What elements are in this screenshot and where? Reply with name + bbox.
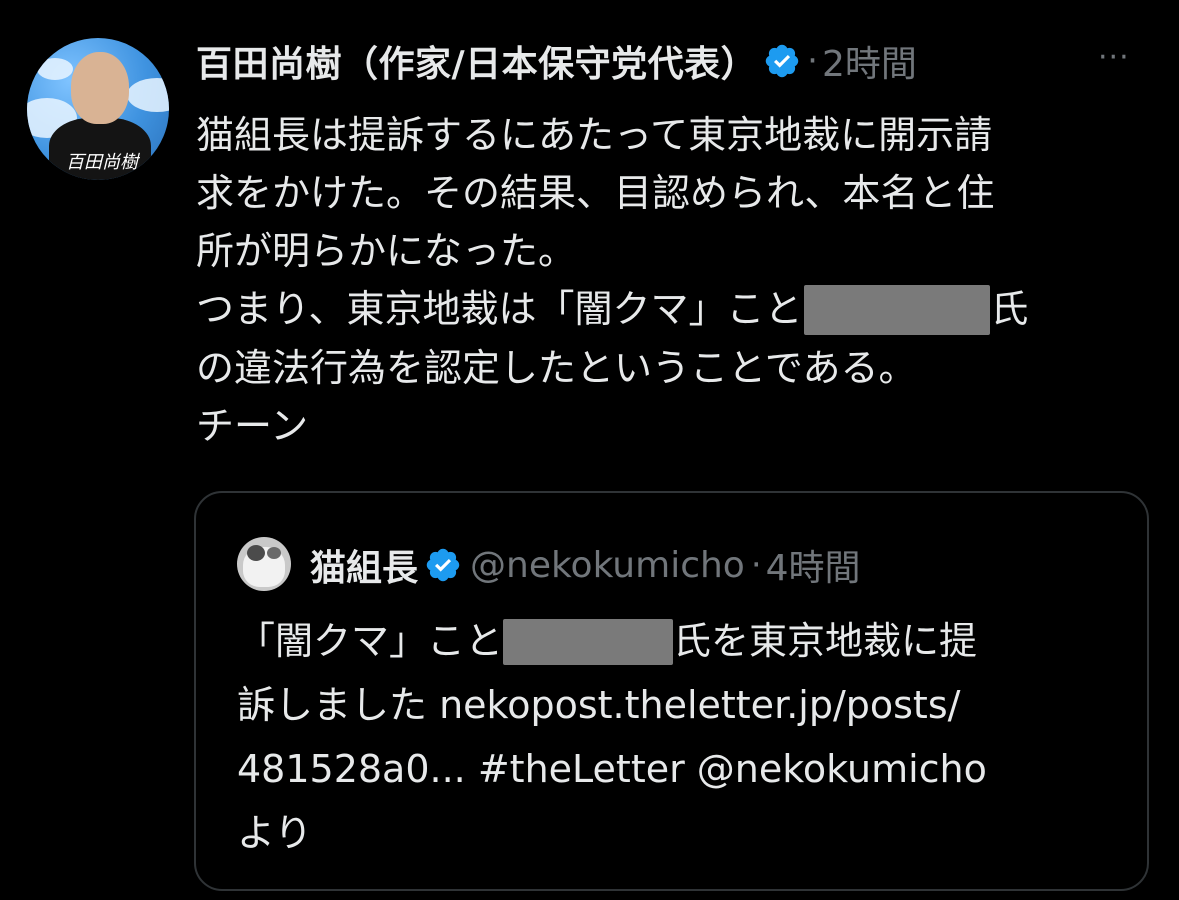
redacted-name [503, 618, 674, 665]
meta-separator: · [807, 41, 818, 81]
more-horizontal-icon[interactable]: ··· [1098, 40, 1130, 75]
quoted-author-handle[interactable]: @nekokumicho [470, 545, 745, 586]
tweet-timestamp[interactable]: 2時間 [822, 35, 917, 87]
verified-badge-icon[interactable] [763, 42, 801, 80]
quoted-author-avatar[interactable] [237, 537, 291, 591]
tweet-text-segment: 氏 [990, 287, 1029, 331]
author-name[interactable]: 百田尚樹（作家/日本保守党代表） [196, 35, 757, 87]
tweet-text-line: の違法行為を認定したということである。 [196, 345, 917, 390]
tweet-text: 猫組長は提訴するにあたって東京地裁に開示請 求をかけた。その結果、目認められ、本… [196, 106, 1146, 455]
redacted-name [804, 284, 991, 335]
tweet-text-line: つまり、東京地裁は「闇クマ」こと 氏 [196, 280, 1146, 339]
quoted-tweet-timestamp[interactable]: 4時間 [766, 539, 861, 591]
tweet-text-segment: つまり、東京地裁は「闇クマ」こと [196, 287, 803, 331]
meta-separator: · [750, 545, 762, 585]
quoted-text-line: より [237, 811, 313, 855]
quoted-text-line: 「闇クマ」こと 氏を東京地裁に提 [237, 609, 1137, 673]
avatar-signature: 百田尚樹 [66, 152, 138, 173]
tweet-text-line: 猫組長は提訴するにあたって東京地裁に開示請 [196, 113, 993, 157]
verified-badge-icon[interactable] [424, 546, 462, 584]
quoted-tweet-text: 「闇クマ」こと 氏を東京地裁に提 訴しました nekopost.theletter… [237, 609, 1137, 865]
tweet-text-line: チーン [196, 403, 309, 448]
quoted-tweet-header: 猫組長 @nekokumicho · 4時間 [310, 537, 861, 593]
tweet-text-line: 所が明らかになった。 [196, 229, 577, 273]
quoted-text-line[interactable]: 481528a0... #theLetter @nekokumicho [237, 737, 1137, 801]
tweet-header: 百田尚樹（作家/日本保守党代表） · 2時間 [196, 33, 917, 89]
tweet-text-line: 求をかけた。その結果、目認められ、本名と住 [196, 171, 995, 215]
author-avatar[interactable]: 百田尚樹 [27, 38, 169, 180]
quoted-author-name[interactable]: 猫組長 [310, 539, 418, 591]
quoted-text-line[interactable]: 訴しました nekopost.theletter.jp/posts/ [237, 673, 1137, 737]
quoted-tweet-card[interactable]: 猫組長 @nekokumicho · 4時間 「闇クマ」こと 氏を東京地裁に提 訴… [194, 491, 1149, 891]
quoted-text-segment: 「闇クマ」こと [237, 619, 504, 663]
quoted-text-segment: 氏を東京地裁に提 [673, 619, 978, 663]
